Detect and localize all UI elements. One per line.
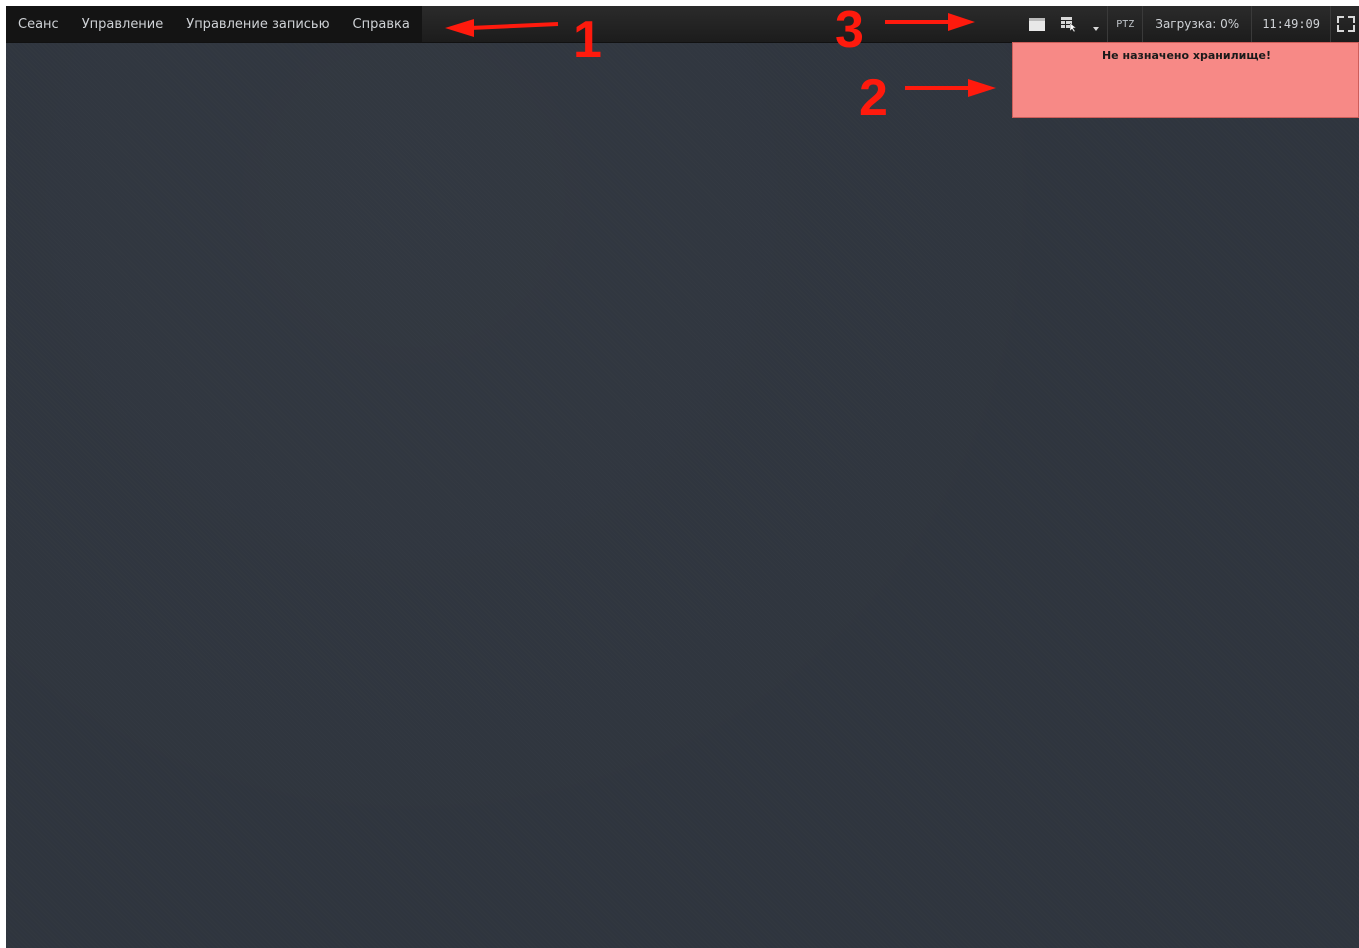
chevron-down-icon	[1093, 27, 1100, 31]
annotation-label-3: 3	[835, 1, 864, 59]
toolbar-right: PTZ Загрузка: 0% 11:49:09	[1021, 6, 1359, 42]
notification-text: Не назначено хранилище!	[1101, 49, 1272, 62]
top-bar: Сеанс Управление Управление записью Спра…	[6, 6, 1359, 43]
clock-display: 11:49:09	[1251, 6, 1330, 42]
fullscreen-button[interactable]	[1330, 6, 1359, 42]
menu-item-help[interactable]: Справка	[353, 17, 410, 32]
storage-warning-notification[interactable]: Не назначено хранилище!	[1012, 42, 1359, 118]
layout-grid-button[interactable]	[1053, 6, 1085, 42]
annotation-label-2: 2	[859, 69, 888, 127]
main-menu: Сеанс Управление Управление записью Спра…	[6, 6, 422, 42]
annotation-label-1: 1	[573, 11, 602, 69]
menu-item-recording-management[interactable]: Управление записью	[186, 17, 329, 32]
load-text: Загрузка: 0%	[1155, 17, 1240, 31]
menu-item-session[interactable]: Сеанс	[18, 17, 59, 32]
ptz-label: PTZ	[1116, 18, 1135, 30]
load-indicator: Загрузка: 0%	[1142, 6, 1251, 42]
menu-item-management[interactable]: Управление	[82, 17, 164, 32]
grid-layout-icon	[1061, 17, 1077, 32]
single-window-icon	[1029, 17, 1046, 31]
dropdown-button[interactable]	[1085, 6, 1107, 42]
app-window: Сеанс Управление Управление записью Спра…	[6, 6, 1359, 948]
single-view-button[interactable]	[1021, 6, 1053, 42]
ptz-button[interactable]: PTZ	[1107, 6, 1142, 42]
clock-text: 11:49:09	[1262, 17, 1320, 31]
fullscreen-icon	[1337, 16, 1355, 32]
